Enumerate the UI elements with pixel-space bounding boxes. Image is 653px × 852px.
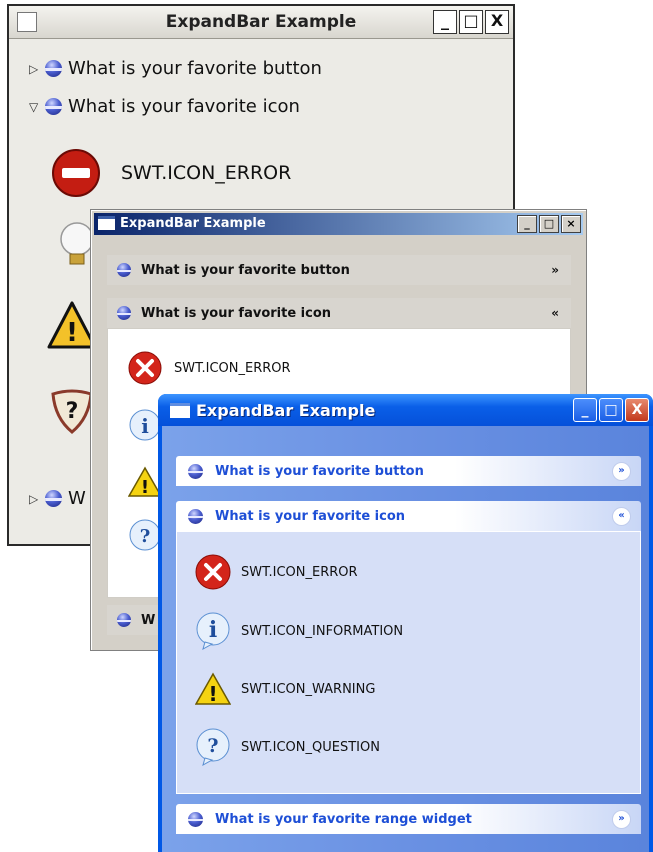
icon-label: SWT.ICON_ERROR bbox=[121, 162, 292, 184]
chevron-up-icon[interactable]: « bbox=[551, 306, 559, 320]
expand-item-label: W bbox=[141, 612, 156, 628]
list-item: SWT.ICON_ERROR bbox=[128, 351, 291, 385]
expand-item-label: What is your favorite button bbox=[68, 58, 322, 79]
chevron-down-icon[interactable]: » bbox=[612, 809, 631, 829]
eclipse-ball-icon bbox=[45, 98, 62, 115]
warning-icon: ! bbox=[195, 672, 231, 706]
expand-panel: SWT.ICON_ERROR i SWT.ICON_INFORMATION ! … bbox=[176, 531, 641, 794]
expand-item-icon[interactable]: What is your favorite icon « bbox=[107, 298, 571, 328]
list-item: SWT.ICON_ERROR bbox=[195, 554, 358, 590]
chevron-down-icon[interactable]: » bbox=[612, 461, 631, 481]
svg-text:!: ! bbox=[141, 477, 149, 498]
svg-text:?: ? bbox=[140, 526, 151, 547]
maximize-button[interactable]: □ bbox=[539, 215, 559, 233]
icon-label: SWT.ICON_WARNING bbox=[241, 681, 376, 697]
xp-window: ExpandBar Example _ □ X What is your fav… bbox=[158, 394, 653, 852]
minimize-button[interactable]: _ bbox=[517, 215, 537, 233]
chevron-down-icon[interactable]: » bbox=[551, 263, 559, 277]
question-icon: ? bbox=[51, 389, 93, 434]
expand-item-label: W bbox=[68, 488, 86, 509]
expand-item-icon[interactable]: What is your favorite icon « bbox=[176, 501, 641, 531]
gtk-title-bar[interactable]: ExpandBar Example _ □ X bbox=[9, 6, 513, 39]
no-entry-error-icon bbox=[52, 149, 100, 197]
svg-text:i: i bbox=[209, 617, 217, 643]
expand-item-button[interactable]: What is your favorite button » bbox=[176, 456, 641, 486]
expand-item-button[interactable]: What is your favorite button » bbox=[107, 255, 571, 285]
svg-text:i: i bbox=[141, 414, 149, 438]
eclipse-ball-icon bbox=[188, 811, 203, 827]
expand-item-button[interactable]: ▷ What is your favorite button bbox=[29, 58, 322, 79]
eclipse-ball-icon bbox=[188, 463, 203, 479]
eclipse-ball-icon bbox=[188, 508, 203, 524]
question-icon: ? bbox=[196, 728, 230, 766]
eclipse-ball-icon bbox=[117, 263, 131, 277]
list-item: ? SWT.ICON_QUESTION bbox=[195, 728, 380, 766]
list-item: SWT.ICON_ERROR bbox=[51, 148, 291, 198]
xp-title-bar[interactable]: ExpandBar Example _ □ X bbox=[158, 394, 653, 426]
expand-item-label: What is your favorite range widget bbox=[215, 811, 472, 827]
expand-item-label: What is your favorite icon bbox=[68, 96, 300, 117]
expand-item-label: What is your favorite button bbox=[141, 262, 350, 278]
classic-title-bar[interactable]: ExpandBar Example _ □ × bbox=[94, 213, 583, 235]
expand-item-collapsed[interactable]: ▷ W bbox=[29, 488, 86, 509]
collapsed-triangle-icon: ▷ bbox=[29, 61, 39, 76]
icon-label: SWT.ICON_INFORMATION bbox=[241, 623, 404, 639]
error-icon bbox=[195, 554, 231, 590]
information-icon: i bbox=[129, 409, 161, 441]
eclipse-ball-icon bbox=[117, 306, 131, 320]
expand-item-label: What is your favorite icon bbox=[215, 508, 406, 524]
list-item: ! SWT.ICON_WARNING bbox=[195, 672, 375, 706]
window-icon bbox=[98, 216, 115, 230]
xp-window-title: ExpandBar Example bbox=[196, 401, 376, 420]
expand-item-label: What is your favorite button bbox=[215, 463, 424, 479]
collapsed-triangle-icon: ▷ bbox=[29, 491, 39, 506]
eclipse-ball-icon bbox=[45, 60, 62, 77]
window-icon bbox=[170, 403, 190, 418]
expanded-triangle-icon: ▽ bbox=[29, 99, 39, 114]
icon-label: SWT.ICON_QUESTION bbox=[241, 739, 380, 755]
svg-text:?: ? bbox=[207, 735, 218, 757]
expand-item-icon[interactable]: ▽ What is your favorite icon bbox=[29, 96, 300, 117]
expand-item-range[interactable]: What is your favorite range widget » bbox=[176, 804, 641, 834]
classic-window-title: ExpandBar Example bbox=[120, 216, 266, 231]
minimize-button[interactable]: _ bbox=[573, 398, 597, 422]
icon-label: SWT.ICON_ERROR bbox=[174, 360, 291, 376]
eclipse-ball-icon bbox=[45, 490, 62, 507]
svg-text:!: ! bbox=[66, 318, 78, 348]
close-button[interactable]: X bbox=[625, 398, 649, 422]
eclipse-ball-icon bbox=[117, 613, 131, 627]
minimize-button[interactable]: _ bbox=[433, 10, 457, 34]
svg-text:?: ? bbox=[66, 399, 79, 424]
svg-text:!: ! bbox=[208, 682, 217, 706]
close-button[interactable]: X bbox=[485, 10, 509, 34]
xp-window-body: What is your favorite button » What is y… bbox=[162, 426, 649, 852]
close-button[interactable]: × bbox=[561, 215, 581, 233]
expand-item-label: What is your favorite icon bbox=[141, 305, 332, 321]
chevron-up-icon[interactable]: « bbox=[612, 506, 631, 526]
error-icon bbox=[128, 351, 162, 385]
question-icon: ? bbox=[129, 519, 161, 551]
warning-icon: ! bbox=[128, 466, 162, 498]
icon-label: SWT.ICON_ERROR bbox=[241, 564, 358, 580]
information-icon: i bbox=[196, 612, 230, 650]
maximize-button[interactable]: □ bbox=[599, 398, 623, 422]
maximize-button[interactable]: □ bbox=[459, 10, 483, 34]
list-item: i SWT.ICON_INFORMATION bbox=[195, 612, 403, 650]
